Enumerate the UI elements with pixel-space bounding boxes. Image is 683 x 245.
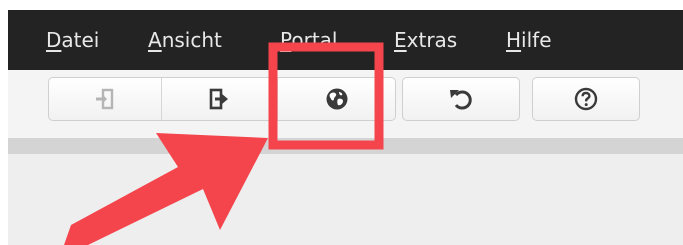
menu-portal-label: ortal — [291, 28, 338, 52]
help-button[interactable] — [532, 77, 640, 121]
globe-icon — [326, 88, 347, 110]
menu-datei-label: atei — [61, 28, 100, 52]
menu-extras-mnemonic: E — [394, 28, 407, 52]
menu-portal[interactable]: Portal — [280, 27, 337, 53]
menu-ansicht[interactable]: Ansicht — [148, 27, 222, 53]
menu-hilfe-mnemonic: H — [506, 28, 522, 52]
menu-datei[interactable]: Datei — [46, 27, 99, 53]
menu-ansicht-label: nsicht — [161, 28, 222, 52]
refresh-button[interactable] — [402, 77, 520, 121]
menu-extras-label: xtras — [406, 28, 458, 52]
menu-ansicht-mnemonic: A — [148, 28, 162, 52]
login-icon — [96, 88, 114, 110]
refresh-icon — [450, 90, 472, 110]
menu-portal-mnemonic: P — [280, 28, 292, 52]
logout-icon — [209, 88, 228, 110]
session-button-group — [48, 77, 396, 121]
help-button-inner — [533, 78, 639, 120]
toolbar-divider — [8, 138, 683, 154]
menu-datei-mnemonic: D — [46, 28, 62, 52]
help-icon — [574, 87, 598, 111]
logout-button[interactable] — [161, 78, 277, 120]
app-window: Datei Ansicht Portal Extras Hilfe — [8, 10, 683, 245]
login-button[interactable] — [49, 78, 161, 120]
refresh-button-inner — [403, 78, 519, 120]
menu-bar: Datei Ansicht Portal Extras Hilfe — [8, 10, 683, 70]
toolbar — [8, 70, 683, 138]
portal-globe-button[interactable] — [277, 78, 395, 120]
menu-hilfe-label: ilfe — [521, 28, 552, 52]
menu-extras[interactable]: Extras — [394, 27, 457, 53]
menu-hilfe[interactable]: Hilfe — [506, 27, 552, 53]
content-area — [8, 154, 683, 245]
